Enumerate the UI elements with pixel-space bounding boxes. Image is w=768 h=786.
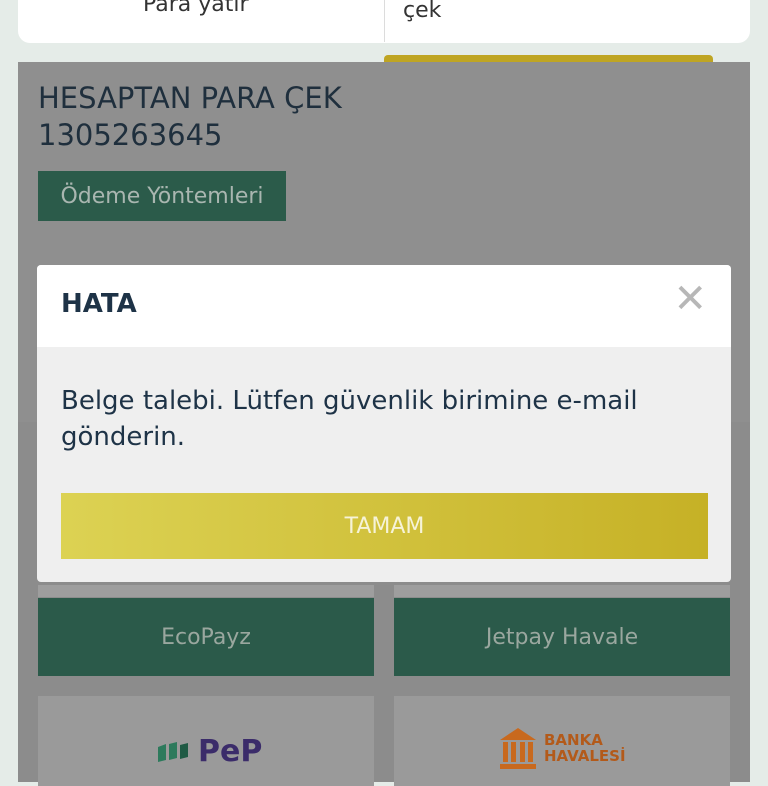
title-text: HESAPTAN PARA ÇEK [38,81,342,115]
error-modal: HATA ✕ Belge talebi. Lütfen güvenlik bir… [37,265,731,582]
tile-jetpay-havale[interactable]: Jetpay Havale [394,598,730,676]
tile-label: EcoPayz [161,624,251,650]
bank-building-icon [500,728,536,769]
modal-message: Belge talebi. Lütfen güvenlik birimine e… [61,386,638,452]
modal-title: HATA [61,289,137,319]
divider [384,0,385,42]
payment-tile[interactable] [38,585,374,597]
tile-bank-transfer[interactable]: BANKA HAVALESİ [394,696,730,786]
pep-icon [158,741,188,762]
bank-line2: HAVALESİ [544,747,626,765]
ok-button[interactable]: TAMAM [61,493,708,559]
pep-logo: PeP [156,734,262,769]
account-number: 1305263645 [38,118,223,152]
top-card: Para yatır çek [18,0,750,43]
bank-logo: BANKA HAVALESİ [498,726,626,770]
payment-tile[interactable] [394,585,730,597]
pep-text: PeP [198,734,263,769]
bank-text: BANKA HAVALESİ [544,732,626,764]
bank-line1: BANKA [544,731,603,749]
page-title: HESAPTAN PARA ÇEK 1305263645 [38,80,342,154]
tile-ecopayz[interactable]: EcoPayz [38,598,374,676]
withdraw-label[interactable]: çek [403,0,441,23]
tile-label: Jetpay Havale [485,624,639,650]
close-icon[interactable]: ✕ [673,279,707,319]
modal-header: HATA ✕ [37,265,731,347]
payment-methods-button[interactable]: Ödeme Yöntemleri [38,171,286,221]
deposit-label[interactable]: Para yatır [143,0,249,17]
tile-pep[interactable]: PeP [38,696,374,786]
